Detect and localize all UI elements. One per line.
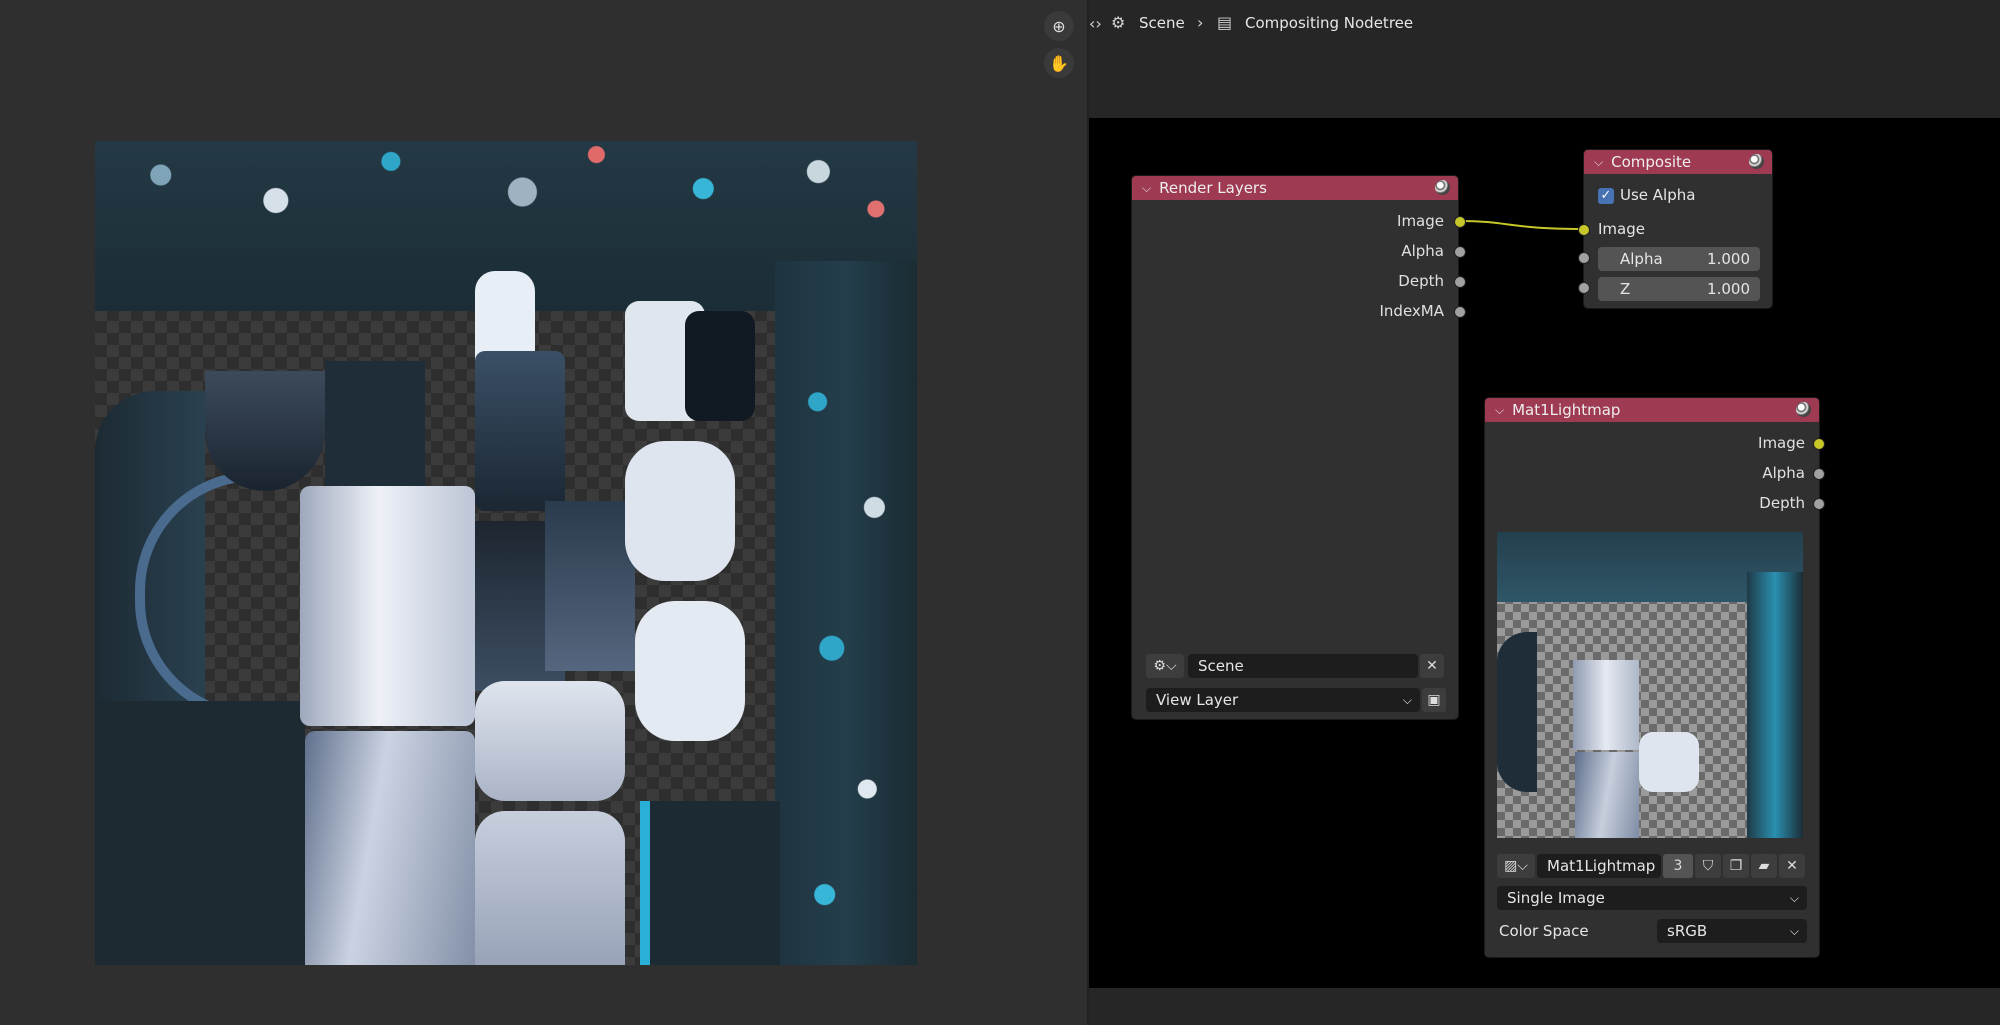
uv-island: [205, 371, 325, 491]
render-icon: [1435, 180, 1450, 195]
node-title: Mat1Lightmap: [1512, 401, 1621, 419]
use-alpha-label: Use Alpha: [1620, 186, 1696, 204]
compositor-node-editor[interactable]: ‹› ⚙ Scene › ▤ Compositing Nodetree ⌵ Re…: [1087, 0, 2000, 1025]
preview-right-shape: [1639, 732, 1699, 792]
preview-body: [1573, 660, 1639, 750]
image-input-label: Image: [1598, 220, 1645, 238]
source-dropdown[interactable]: Single Image ⌵: [1497, 886, 1807, 910]
composite-node[interactable]: ⌵ Composite ✓ Use Alpha Image Alpha 1.00…: [1583, 149, 1773, 309]
chevron-down-icon: ⌵: [1402, 692, 1412, 707]
output-alpha-label: Alpha: [1401, 242, 1444, 260]
pan-hand-icon[interactable]: ✋: [1044, 48, 1074, 78]
node-title: Render Layers: [1159, 179, 1267, 197]
render-layers-image-socket[interactable]: [1454, 216, 1466, 228]
chevron-down-icon: ⌵: [1789, 923, 1799, 938]
color-space-label: Color Space: [1499, 922, 1589, 940]
output-depth-label: Depth: [1398, 272, 1444, 290]
uv-island: [95, 701, 305, 965]
unlink-close-icon[interactable]: ✕: [1779, 854, 1805, 878]
image-node-image-socket[interactable]: [1813, 438, 1825, 450]
node-title: Composite: [1611, 153, 1692, 171]
image-node[interactable]: ⌵ Mat1Lightmap Image Alpha Depth ▨⌵ Mat1…: [1484, 397, 1820, 958]
zoom-icon[interactable]: ⊕: [1044, 11, 1074, 41]
use-alpha-checkbox[interactable]: ✓: [1598, 188, 1614, 204]
render-layers-header[interactable]: ⌵ Render Layers: [1132, 176, 1458, 200]
chevron-right-icon: ›: [1197, 13, 1204, 32]
render-layers-depth-socket[interactable]: [1454, 276, 1466, 288]
users-count[interactable]: 3: [1663, 854, 1693, 878]
fake-user-shield-icon[interactable]: ⛉: [1695, 854, 1721, 878]
render-layers-alpha-socket[interactable]: [1454, 246, 1466, 258]
color-space-value: sRGB: [1667, 922, 1708, 940]
alpha-value: 1.000: [1707, 250, 1750, 268]
z-value: 1.000: [1707, 280, 1750, 298]
node-editor-header: ‹› ⚙ Scene › ▤ Compositing Nodetree: [1089, 0, 2000, 118]
close-icon[interactable]: ✕: [1420, 654, 1444, 678]
uv-island: [300, 486, 475, 726]
lightmap-image: [95, 141, 917, 965]
image-node-alpha-socket[interactable]: [1813, 468, 1825, 480]
image-node-depth-socket[interactable]: [1813, 498, 1825, 510]
expand-arrows-icon[interactable]: ‹›: [1089, 14, 1102, 33]
chevron-down-icon[interactable]: ⌵: [1495, 403, 1504, 418]
scene-icon: ⚙: [1111, 13, 1126, 32]
uv-island: [635, 601, 745, 741]
uv-island: [475, 351, 565, 511]
uv-island: [475, 811, 625, 965]
z-value-field[interactable]: Z 1.000: [1598, 277, 1760, 301]
duplicate-icon[interactable]: ❐: [1723, 854, 1749, 878]
composite-z-socket[interactable]: [1578, 282, 1590, 294]
breadcrumb-scene[interactable]: Scene: [1139, 14, 1185, 32]
open-folder-icon[interactable]: ▰: [1751, 854, 1777, 878]
composite-image-socket[interactable]: [1578, 224, 1590, 236]
output-alpha-label: Alpha: [1762, 464, 1805, 482]
render-layers-indexma-socket[interactable]: [1454, 306, 1466, 318]
uv-island: [640, 801, 650, 965]
image-name-field[interactable]: Mat1Lightmap: [1537, 854, 1661, 878]
uv-island: [625, 441, 735, 581]
output-image-label: Image: [1758, 434, 1805, 452]
source-value: Single Image: [1507, 889, 1605, 907]
scene-selector-button[interactable]: ⚙⌵: [1146, 654, 1184, 678]
image-editor-area: [0, 0, 1087, 1025]
render-icon: [1796, 402, 1811, 417]
composite-header[interactable]: ⌵ Composite: [1584, 150, 1772, 174]
uv-island: [640, 801, 780, 965]
color-space-dropdown[interactable]: sRGB ⌵: [1657, 919, 1807, 943]
output-indexma-label: IndexMA: [1379, 302, 1445, 320]
render-icon: [1749, 154, 1764, 169]
chevron-down-icon: ⌵: [1789, 890, 1799, 905]
preview-left-shape: [1497, 632, 1537, 792]
nodetree-icon: ▤: [1217, 13, 1233, 32]
uv-texture-right-region: [775, 261, 917, 965]
uv-island: [545, 501, 635, 671]
alpha-value-field[interactable]: Alpha 1.000: [1598, 247, 1760, 271]
uv-island: [685, 311, 755, 421]
image-node-header[interactable]: ⌵ Mat1Lightmap: [1485, 398, 1819, 422]
composite-alpha-socket[interactable]: [1578, 252, 1590, 264]
preview-body-lower: [1575, 752, 1639, 838]
render-view-layer-icon[interactable]: ▣: [1422, 688, 1446, 712]
output-image-label: Image: [1397, 212, 1444, 230]
output-depth-label: Depth: [1759, 494, 1805, 512]
chevron-down-icon[interactable]: ⌵: [1594, 155, 1603, 170]
view-layer-value: View Layer: [1156, 691, 1239, 709]
scene-field[interactable]: Scene: [1188, 654, 1418, 678]
uv-island: [475, 681, 625, 801]
uv-island: [305, 731, 475, 965]
node-editor-footer: [1089, 988, 2000, 1025]
alpha-label: Alpha: [1620, 250, 1663, 268]
view-layer-dropdown[interactable]: View Layer ⌵: [1146, 688, 1420, 712]
render-layers-node[interactable]: ⌵ Render Layers Image Alpha Depth IndexM…: [1131, 175, 1459, 720]
z-label: Z: [1620, 280, 1631, 298]
image-browse-button[interactable]: ▨⌵: [1497, 854, 1535, 878]
breadcrumb-nodetree[interactable]: Compositing Nodetree: [1245, 14, 1413, 32]
preview-right-band: [1747, 572, 1803, 838]
image-preview-thumbnail: [1497, 532, 1803, 838]
chevron-down-icon[interactable]: ⌵: [1142, 181, 1151, 196]
